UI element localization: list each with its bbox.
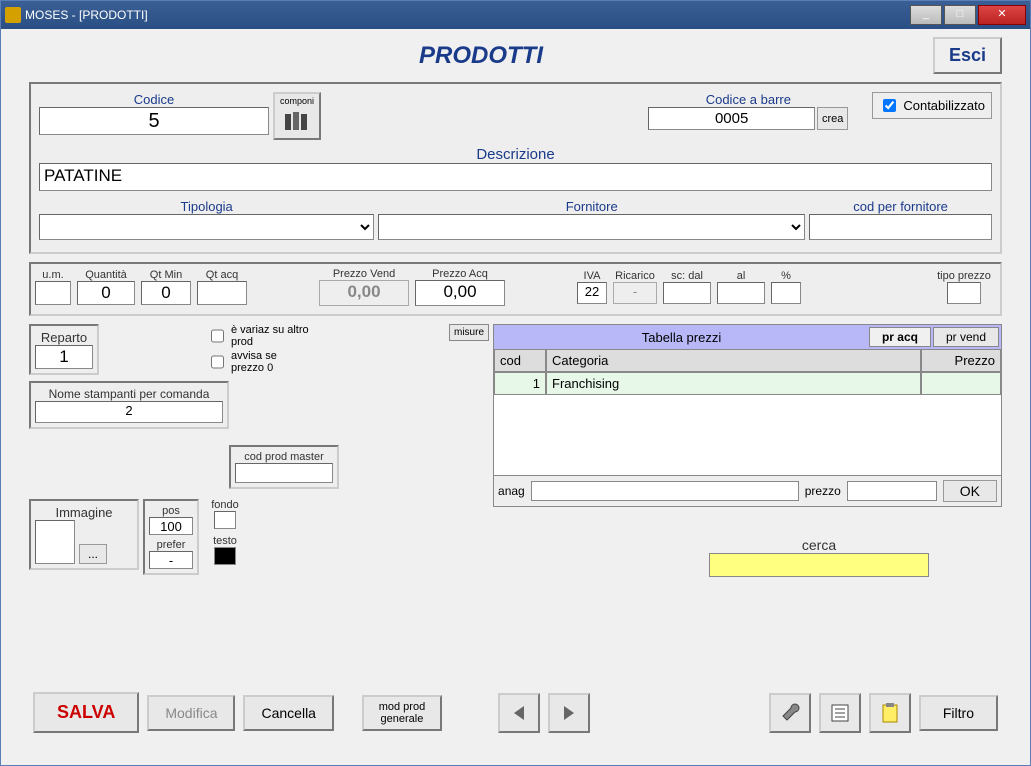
- fondo-label: fondo: [203, 499, 247, 511]
- tab-pr-acq[interactable]: pr acq: [869, 327, 931, 347]
- settings-button[interactable]: [769, 693, 811, 733]
- descrizione-label: Descrizione: [39, 146, 992, 163]
- pos-input[interactable]: 100: [149, 517, 193, 535]
- crea-button[interactable]: crea: [817, 107, 848, 130]
- qtacq-label: Qt acq: [197, 269, 247, 281]
- immagine-preview: [35, 520, 75, 564]
- col-categoria: Categoria: [546, 349, 921, 372]
- prezzo-vend-input: 0,00: [319, 280, 409, 306]
- stampanti-input[interactable]: 2: [35, 401, 223, 423]
- page-title: PRODOTTI: [29, 42, 933, 70]
- mod-prod-generale-button[interactable]: mod prod generale: [362, 695, 442, 731]
- quantita-input[interactable]: 0: [77, 281, 135, 305]
- cancella-button[interactable]: Cancella: [243, 695, 333, 731]
- wrench-icon: [779, 702, 801, 724]
- um-input[interactable]: [35, 281, 71, 305]
- reparto-label: Reparto: [35, 330, 93, 345]
- um-label: u.m.: [35, 269, 71, 281]
- cod-master-input[interactable]: [235, 463, 333, 483]
- close-button[interactable]: ✕: [978, 5, 1026, 25]
- tabella-title: Tabella prezzi: [496, 330, 867, 345]
- list-button[interactable]: [819, 693, 861, 733]
- ok-button[interactable]: OK: [943, 480, 997, 502]
- modifica-button: Modifica: [147, 695, 235, 731]
- prev-button[interactable]: [498, 693, 540, 733]
- col-prezzo: Prezzo: [921, 349, 1001, 372]
- descrizione-input[interactable]: PATATINE: [39, 163, 992, 191]
- qtacq-input[interactable]: [197, 281, 247, 305]
- clipboard-icon: [879, 702, 901, 724]
- tipo-prezzo-label: tipo prezzo: [932, 270, 996, 282]
- tipologia-select[interactable]: [39, 214, 374, 240]
- fornitore-label: Fornitore: [378, 199, 805, 214]
- testo-label: testo: [203, 535, 247, 547]
- misure-button[interactable]: misure: [449, 324, 489, 341]
- qtmin-input[interactable]: 0: [141, 281, 191, 305]
- tab-pr-vend[interactable]: pr vend: [933, 327, 999, 347]
- prefer-input[interactable]: -: [149, 551, 193, 569]
- esci-button[interactable]: Esci: [933, 37, 1002, 74]
- pct-label: %: [771, 270, 801, 282]
- variaz-checkbox[interactable]: è variaz su altro prod: [207, 324, 311, 348]
- contabilizzato-checkbox[interactable]: Contabilizzato: [872, 92, 992, 119]
- iva-input[interactable]: 22: [577, 282, 607, 304]
- prezzo-vend-label: Prezzo Vend: [319, 268, 409, 280]
- stampanti-label: Nome stampanti per comanda: [35, 387, 223, 401]
- prefer-label: prefer: [149, 539, 193, 551]
- titlebar: MOSES - [PRODOTTI] _ □ ✕: [1, 1, 1030, 29]
- fornitore-select[interactable]: [378, 214, 805, 240]
- triangle-right-icon: [560, 704, 578, 722]
- window-title: MOSES - [PRODOTTI]: [25, 8, 148, 22]
- componi-button[interactable]: componi: [273, 92, 321, 140]
- maximize-button[interactable]: □: [944, 5, 976, 25]
- reparto-input[interactable]: 1: [35, 345, 93, 369]
- clipboard-button[interactable]: [869, 693, 911, 733]
- list-icon: [829, 702, 851, 724]
- prezzo-acq-input[interactable]: 0,00: [415, 280, 505, 306]
- cerca-input[interactable]: [709, 553, 929, 577]
- immagine-browse-button[interactable]: ...: [79, 544, 107, 564]
- sc-dal-input[interactable]: [663, 282, 711, 304]
- cell-categoria[interactable]: Franchising: [546, 372, 921, 395]
- chess-icon: [281, 106, 313, 134]
- cerca-label: cerca: [709, 537, 929, 553]
- cod-fornitore-input[interactable]: [809, 214, 992, 240]
- tipo-prezzo-input[interactable]: [947, 282, 981, 304]
- tipologia-label: Tipologia: [39, 199, 374, 214]
- salva-button[interactable]: SALVA: [33, 692, 139, 733]
- codice-input[interactable]: 5: [39, 107, 269, 135]
- minimize-button[interactable]: _: [910, 5, 942, 25]
- cell-prezzo[interactable]: [921, 372, 1001, 395]
- cod-master-label: cod prod master: [235, 451, 333, 463]
- pct-input[interactable]: [771, 282, 801, 304]
- al-input[interactable]: [717, 282, 765, 304]
- fondo-swatch[interactable]: [214, 511, 236, 529]
- triangle-left-icon: [510, 704, 528, 722]
- immagine-label: Immagine: [35, 505, 133, 520]
- ricarico-label: Ricarico: [613, 270, 657, 282]
- prezzo-ftr-input[interactable]: [847, 481, 937, 501]
- app-icon: [5, 7, 21, 23]
- codice-barre-label: Codice a barre: [648, 92, 848, 107]
- iva-label: IVA: [577, 270, 607, 282]
- testo-swatch[interactable]: [214, 547, 236, 565]
- al-label: al: [717, 270, 765, 282]
- filtro-button[interactable]: Filtro: [919, 695, 998, 731]
- sc-dal-label: sc: dal: [663, 270, 711, 282]
- avvisa-checkbox[interactable]: avvisa se prezzo 0: [207, 350, 311, 374]
- cod-fornitore-label: cod per fornitore: [809, 199, 992, 214]
- pos-label: pos: [149, 505, 193, 517]
- prezzo-ftr-label: prezzo: [805, 484, 841, 498]
- next-button[interactable]: [548, 693, 590, 733]
- prezzo-acq-label: Prezzo Acq: [415, 268, 505, 280]
- cell-cod[interactable]: 1: [494, 372, 546, 395]
- ricarico-input: -: [613, 282, 657, 304]
- anag-input[interactable]: [531, 481, 799, 501]
- quantita-label: Quantità: [77, 269, 135, 281]
- col-cod: cod: [494, 349, 546, 372]
- qtmin-label: Qt Min: [141, 269, 191, 281]
- codice-barre-input[interactable]: 0005: [648, 107, 815, 130]
- codice-label: Codice: [39, 92, 269, 107]
- anag-label: anag: [498, 484, 525, 498]
